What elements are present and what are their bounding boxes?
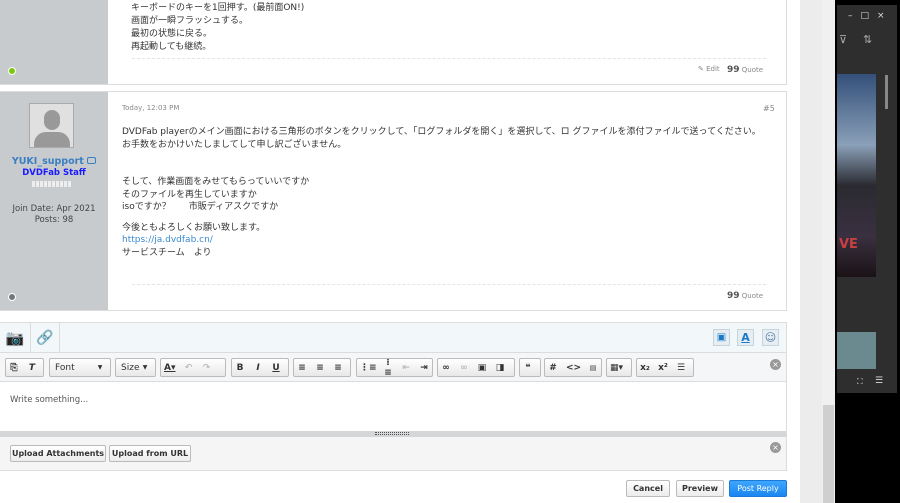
bold-icon[interactable]: B: [235, 363, 245, 373]
reply-editor: 📷 🔗 ▣ A ☺ ⎘ T Font ▼ Size ▼ A▾ ↶ ↷ BIU ≡ ≡ ≡ ⋮≡…: [0, 322, 787, 471]
close-icon[interactable]: ×: [877, 11, 893, 21]
undo-icon[interactable]: ↶: [183, 363, 193, 373]
upload-from-url-button[interactable]: Upload from URL: [109, 445, 191, 462]
close-attachments-icon[interactable]: ×: [770, 442, 781, 453]
post-line: 再起動しても継続。: [131, 42, 212, 52]
post-line: そのファイルを再生していますか: [122, 189, 257, 200]
post-number-link[interactable]: #5: [763, 104, 775, 113]
quote-icon: 99: [727, 291, 740, 301]
font-select[interactable]: Font ▼: [49, 358, 111, 377]
minimize-icon[interactable]: –: [848, 11, 861, 21]
reputation-bar: [32, 181, 72, 187]
post-line: isoですか？ 市販ディアスクですか: [122, 202, 279, 212]
post-date: Today, 12:03 PM: [122, 104, 180, 112]
post-5: YUKI_support DVDFab Staff Join Date: Apr…: [0, 91, 787, 311]
underline-icon[interactable]: U: [271, 363, 281, 373]
offline-status-icon: [8, 293, 16, 301]
post-line: サービスチーム より: [122, 247, 212, 258]
post-line: 最初の状態に戻る。: [131, 29, 213, 39]
upload-attachments-button[interactable]: Upload Attachments: [10, 445, 106, 462]
close-toolbar-icon[interactable]: ×: [770, 359, 781, 370]
image-icon[interactable]: ▣: [477, 363, 487, 373]
edit-button[interactable]: ✎ Edit: [698, 65, 720, 73]
dropdown-icon: ▼: [97, 364, 103, 371]
join-date: Join Date: Apr 2021: [12, 204, 96, 214]
superscript-icon[interactable]: x²: [658, 363, 668, 373]
camera-icon[interactable]: 📷: [0, 323, 31, 353]
message-textarea[interactable]: Write something...: [0, 382, 786, 431]
username-link[interactable]: YUKI_support: [0, 156, 108, 167]
post-count: Posts: 98: [34, 215, 74, 225]
online-status-icon: [8, 67, 16, 75]
unlink-icon[interactable]: ∞: [459, 363, 469, 373]
quote-icon: 99: [727, 65, 740, 75]
size-select[interactable]: Size ▼: [115, 358, 156, 377]
post-line: DVDFab playerのメイン画面における三角形のボタンをクリックして、「ロ…: [122, 127, 761, 137]
message-icon[interactable]: [87, 157, 97, 164]
dropdown-icon: ▼: [142, 364, 148, 371]
cancel-button[interactable]: Cancel: [626, 480, 670, 497]
source-icon[interactable]: ⎘: [9, 363, 19, 373]
website-link[interactable]: https://ja.dvdfab.cn/: [122, 234, 761, 247]
text-format-icon[interactable]: A: [737, 329, 754, 346]
align-center-icon[interactable]: ≡: [315, 363, 325, 373]
post-line: 画面が一瞬フラッシュする。: [131, 16, 249, 26]
fullscreen-icon[interactable]: ⛶: [857, 377, 863, 387]
movie-poster[interactable]: VE: [837, 74, 876, 277]
editor-toolbar: ⎘ T Font ▼ Size ▼ A▾ ↶ ↷ BIU ≡ ≡ ≡ ⋮≡ ⁝≡ ⇤ ⇥ ∞ ∞ ▣ ◨ …: [0, 353, 786, 382]
maximize-icon[interactable]: □: [861, 11, 878, 21]
smiley-icon[interactable]: ☺: [762, 329, 779, 346]
filter-icon[interactable]: ⊽: [839, 33, 847, 46]
numbered-list-icon[interactable]: ⋮≡: [360, 363, 377, 373]
horizontal-rule-icon[interactable]: ☰: [676, 363, 686, 373]
previous-post: キーボードのキーを1回押す。(最前面ON!) 画面が一瞬フラッシュする。 最初の…: [0, 0, 787, 85]
hashtag-icon[interactable]: #: [548, 363, 558, 373]
remove-format-icon[interactable]: T: [27, 363, 37, 373]
link-icon[interactable]: ∞: [441, 363, 451, 373]
php-icon[interactable]: ▤: [588, 364, 598, 372]
table-icon[interactable]: ▦▾: [610, 363, 623, 373]
align-right-icon[interactable]: ≡: [333, 363, 343, 373]
preview-button[interactable]: Preview: [676, 480, 724, 497]
post-line: キーボードのキーを1回押す。(最前面ON!): [131, 3, 305, 13]
outdent-icon[interactable]: ⇤: [401, 363, 411, 373]
page-margin: [800, 0, 822, 503]
post-reply-button[interactable]: Post Reply: [729, 480, 787, 497]
player-window: –□× ⊽ ⇅ VE ⛶ ☰: [835, 0, 900, 503]
movie-poster[interactable]: [837, 332, 876, 369]
post-line: そして、作業画面をみせてもらっていいですか: [122, 177, 310, 187]
post-line: お手数をおかけいたしましてして申し訳ございません。: [122, 139, 347, 150]
text-color-icon[interactable]: A▾: [164, 363, 175, 373]
align-left-icon[interactable]: ≡: [297, 363, 307, 373]
page-scrollbar[interactable]: [822, 0, 835, 503]
italic-icon[interactable]: I: [253, 363, 263, 373]
quote-button[interactable]: 99 Quote: [727, 65, 763, 75]
redo-icon[interactable]: ↷: [201, 363, 211, 373]
bullet-list-icon[interactable]: ⁝≡: [383, 358, 393, 378]
sort-icon[interactable]: ⇅: [863, 33, 872, 46]
list-icon[interactable]: ☰: [875, 376, 883, 386]
indent-icon[interactable]: ⇥: [419, 363, 429, 373]
video-icon[interactable]: ◨: [495, 363, 505, 373]
pencil-icon: ✎: [698, 65, 704, 73]
avatar[interactable]: [29, 103, 74, 148]
quote-icon[interactable]: ❝: [523, 363, 533, 373]
subscript-icon[interactable]: x₂: [640, 363, 650, 373]
user-title: DVDFab Staff: [22, 168, 86, 178]
post-line: 今後ともよろしくお願い致します。: [122, 222, 266, 233]
quote-button[interactable]: 99 Quote: [727, 291, 763, 301]
code-icon[interactable]: <>: [566, 363, 581, 373]
user-column: [0, 0, 108, 84]
link-icon[interactable]: 🔗: [31, 323, 60, 353]
clipboard-icon[interactable]: ▣: [713, 329, 730, 346]
scrollbar-thumb[interactable]: [885, 75, 888, 109]
attachments-area: Upload Attachments Upload from URL ×: [0, 437, 786, 470]
